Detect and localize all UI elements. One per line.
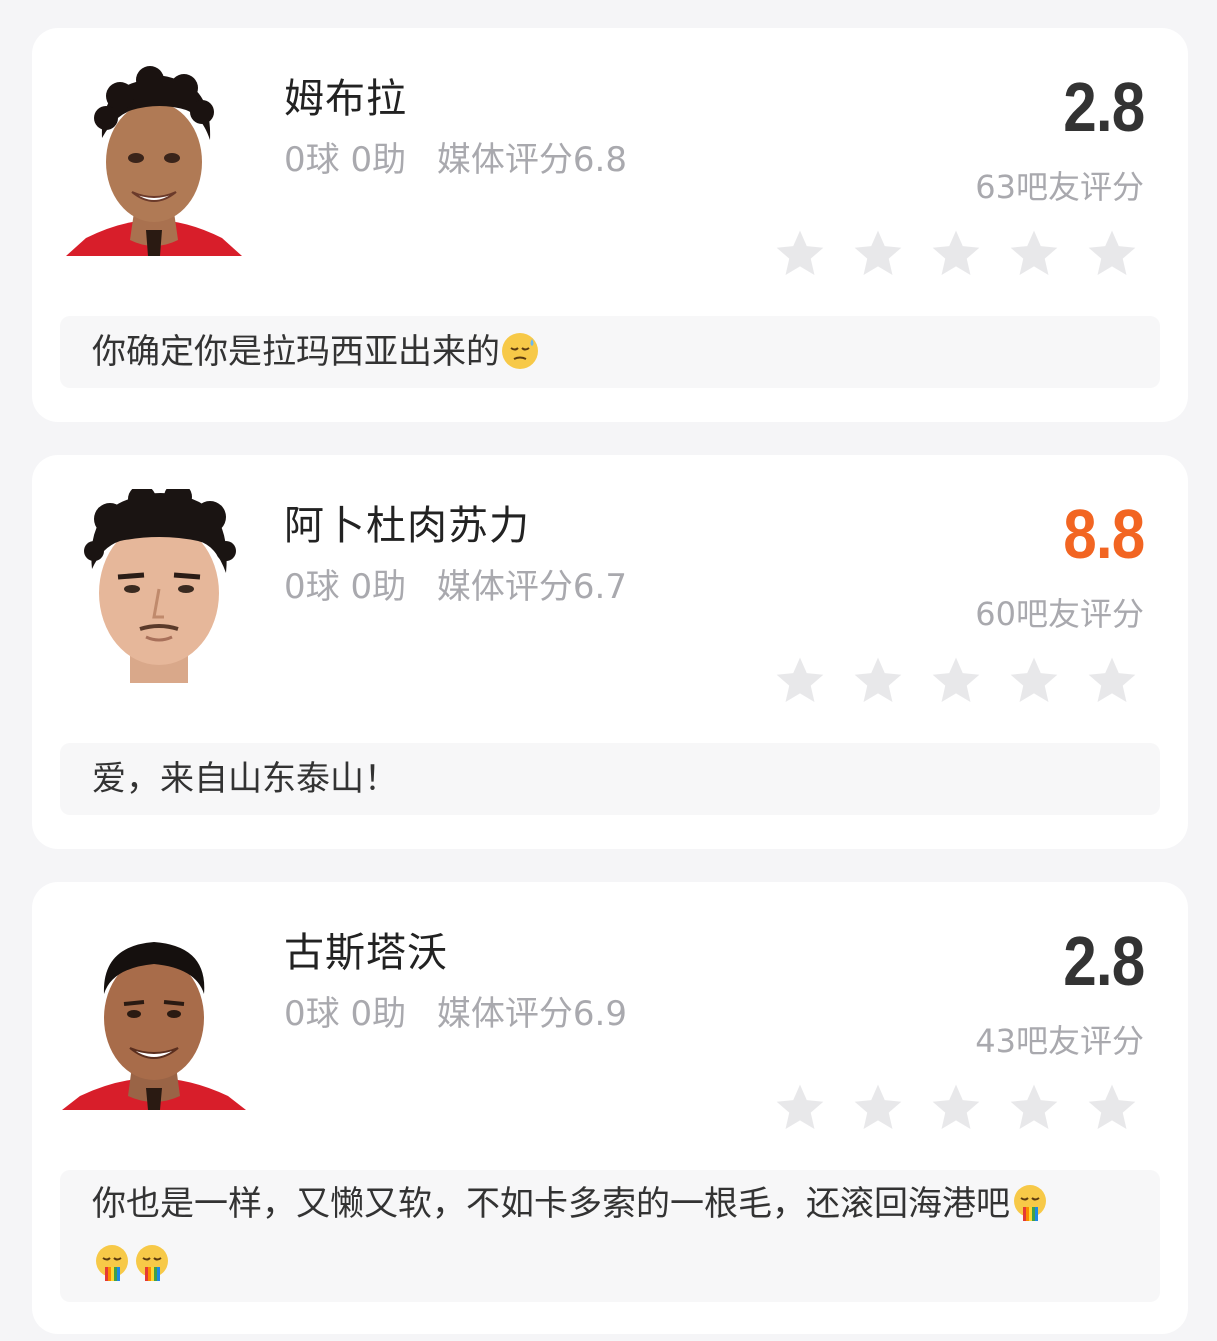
player-name: 姆布拉 xyxy=(284,76,407,122)
assists-count: 0助 xyxy=(350,994,407,1034)
rainbow-vomit-emoji xyxy=(136,1244,168,1281)
star-icon[interactable] xyxy=(772,1080,828,1136)
player-avatar xyxy=(62,62,246,256)
media-rating: 媒体评分6.9 xyxy=(436,994,627,1034)
player-stats: 0球 0助 媒体评分6.9 xyxy=(284,986,627,1035)
star-icon[interactable] xyxy=(1084,653,1140,709)
player-stats: 0球 0助 媒体评分6.8 xyxy=(284,132,627,181)
goals-count: 0球 xyxy=(284,994,340,1034)
fan-rating-count: 43吧友评分 xyxy=(975,1022,1144,1060)
player-name: 阿卜杜肉苏力 xyxy=(284,503,530,549)
player-stats: 0球 0助 媒体评分6.7 xyxy=(284,559,627,608)
fan-rating-count: 63吧友评分 xyxy=(975,168,1144,206)
player-avatar xyxy=(62,916,246,1110)
star-icon[interactable] xyxy=(772,653,828,709)
fan-rating-count: 60吧友评分 xyxy=(975,595,1144,633)
fan-score: 8.8 xyxy=(1062,495,1145,573)
star-icon[interactable] xyxy=(1006,653,1062,709)
star-icon[interactable] xyxy=(1006,226,1062,282)
comment-text: 你也是一样，又懒又软，不如卡多索的一根毛，还滚回海港吧 xyxy=(92,1184,1010,1224)
fan-score: 2.8 xyxy=(1062,68,1145,146)
star-icon[interactable] xyxy=(1084,226,1140,282)
ratings-page: 姆布拉 0球 0助 媒体评分6.8 2.8 63吧友评分 你确定你是拉玛西亚出来… xyxy=(0,0,1217,1341)
comment-text: 爱，来自山东泰山！ xyxy=(92,759,398,799)
assists-count: 0助 xyxy=(350,140,407,180)
weary-sweat-emoji xyxy=(502,332,538,369)
fan-score: 2.8 xyxy=(1062,922,1145,1000)
star-icon[interactable] xyxy=(850,653,906,709)
assists-count: 0助 xyxy=(350,567,407,607)
star-icon[interactable] xyxy=(850,226,906,282)
rainbow-vomit-emoji xyxy=(1014,1184,1046,1221)
comment-text: 你确定你是拉玛西亚出来的 xyxy=(92,332,500,372)
star-icon[interactable] xyxy=(850,1080,906,1136)
player-card[interactable]: 古斯塔沃 0球 0助 媒体评分6.9 2.8 43吧友评分 你也是一样，又懒又软… xyxy=(32,882,1188,1334)
goals-count: 0球 xyxy=(284,567,340,607)
star-icon[interactable] xyxy=(928,653,984,709)
star-icon[interactable] xyxy=(1006,1080,1062,1136)
comment-bubble[interactable]: 爱，来自山东泰山！ xyxy=(60,743,1160,815)
player-name: 古斯塔沃 xyxy=(284,930,448,976)
comment-bubble[interactable]: 你确定你是拉玛西亚出来的 xyxy=(60,316,1160,388)
player-avatar xyxy=(80,489,238,683)
star-icon[interactable] xyxy=(1084,1080,1140,1136)
star-rating[interactable] xyxy=(772,1080,1140,1136)
rainbow-vomit-emoji xyxy=(96,1244,128,1281)
star-rating[interactable] xyxy=(772,653,1140,709)
media-rating: 媒体评分6.7 xyxy=(436,567,627,607)
media-rating: 媒体评分6.8 xyxy=(436,140,627,180)
comment-bubble[interactable]: 你也是一样，又懒又软，不如卡多索的一根毛，还滚回海港吧 xyxy=(60,1170,1160,1302)
star-icon[interactable] xyxy=(772,226,828,282)
star-icon[interactable] xyxy=(928,226,984,282)
player-card[interactable]: 姆布拉 0球 0助 媒体评分6.8 2.8 63吧友评分 你确定你是拉玛西亚出来… xyxy=(32,28,1188,422)
goals-count: 0球 xyxy=(284,140,340,180)
player-card[interactable]: 阿卜杜肉苏力 0球 0助 媒体评分6.7 8.8 60吧友评分 爱，来自山东泰山… xyxy=(32,455,1188,849)
star-icon[interactable] xyxy=(928,1080,984,1136)
star-rating[interactable] xyxy=(772,226,1140,282)
